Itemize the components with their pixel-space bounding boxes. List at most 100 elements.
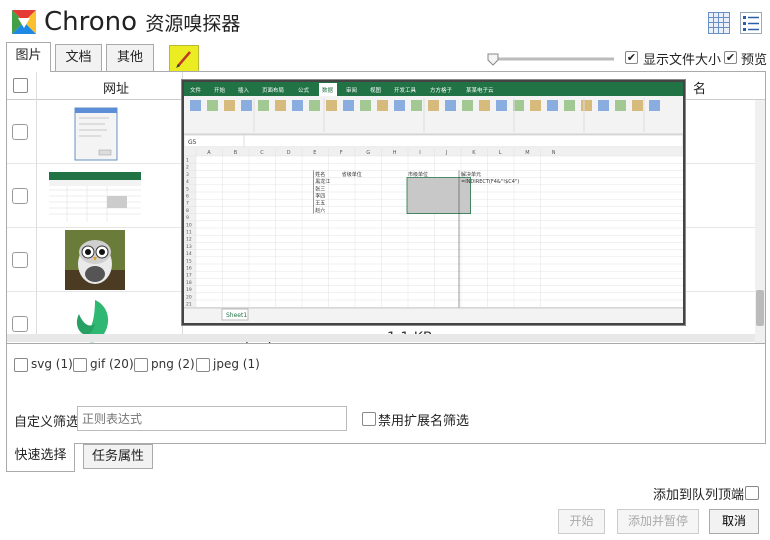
- filter-checkbox[interactable]: [134, 357, 148, 372]
- row-header: 18: [186, 280, 192, 286]
- row-checkbox[interactable]: [12, 252, 28, 268]
- tab-quick-select[interactable]: 快速选择: [6, 443, 75, 472]
- ribbon-tab-label: 开始: [214, 86, 226, 94]
- column-header: N: [552, 150, 556, 156]
- row-header: 13: [186, 244, 192, 250]
- column-header: D: [287, 150, 291, 156]
- ribbon-icon: [326, 100, 337, 111]
- show-file-size-checkbox[interactable]: [625, 51, 638, 64]
- row-header: 11: [186, 230, 192, 236]
- header-name: 名: [693, 82, 707, 97]
- filter-png[interactable]: png (2): [134, 357, 195, 372]
- row-header: 10: [186, 222, 192, 228]
- sheet-cell: 姓名: [315, 171, 325, 178]
- disable-ext-checkbox[interactable]: [362, 412, 376, 426]
- add-to-top-checkbox[interactable]: [745, 486, 759, 500]
- column-header: M: [525, 150, 529, 156]
- cancel-button[interactable]: 取消: [709, 509, 759, 534]
- column-header: J: [445, 150, 447, 156]
- header-url: 网址: [103, 82, 130, 97]
- preview-checkbox[interactable]: [724, 51, 737, 64]
- spreadsheet-preview-image: 文件 开始 插入 页面布局 公式 数据 审阅 视图 开发工具 方方格子 某某电子云 G5 ABCDE…: [184, 82, 683, 323]
- image-preview: 文件 开始 插入 页面布局 公式 数据 审阅 视图 开发工具 方方格子 某某电子云 G5 ABCDE…: [182, 80, 685, 325]
- sheet-cell: 市级单位: [408, 171, 428, 178]
- column-header: C: [260, 150, 264, 156]
- ribbon-icon: [292, 100, 303, 111]
- ribbon-icon: [207, 100, 218, 111]
- filter-checkbox[interactable]: [196, 357, 210, 372]
- filter-svg[interactable]: svg (1): [14, 357, 73, 372]
- row-header: 12: [186, 237, 192, 243]
- select-all-checkbox[interactable]: [13, 78, 28, 93]
- ribbon-tab-label: 公式: [298, 86, 310, 94]
- ribbon-icon: [360, 100, 371, 111]
- zoom-slider[interactable]: [486, 52, 616, 66]
- filter-label: png (2): [151, 357, 195, 371]
- app-name: Chrono: [44, 7, 138, 37]
- ribbon-icon: [564, 100, 575, 111]
- list-view-icon[interactable]: [740, 12, 762, 34]
- app-subtitle: 资源嗅探器: [145, 13, 241, 35]
- pencil-button[interactable]: [169, 45, 199, 72]
- column-header: A: [207, 150, 211, 156]
- tab-other[interactable]: 其他: [106, 44, 154, 72]
- sheet-cell: 省级单位: [342, 171, 362, 178]
- row-header: 1: [186, 158, 189, 164]
- row-checkbox[interactable]: [12, 188, 28, 204]
- horizontal-scrollbar[interactable]: [7, 334, 755, 342]
- ribbon-icon: [615, 100, 626, 111]
- row-header: 7: [186, 201, 189, 207]
- column-header: E: [313, 150, 316, 156]
- formula-cell: =INDIRECT(F4&"!$C4"): [461, 179, 519, 185]
- tab-label: 文档: [65, 50, 92, 65]
- add-and-pause-button[interactable]: 添加并暂停: [617, 509, 699, 534]
- row-checkbox[interactable]: [12, 316, 28, 332]
- ribbon-tab-label: 页面布局: [262, 86, 284, 94]
- app-title: Chrono 资源嗅探器: [44, 6, 240, 40]
- row-header: 8: [186, 208, 189, 214]
- ribbon-icon: [496, 100, 507, 111]
- ribbon-icon: [275, 100, 286, 111]
- tab-images[interactable]: 图片: [6, 42, 51, 72]
- ribbon-tab-label: 视图: [370, 86, 382, 94]
- ribbon-icon: [394, 100, 405, 111]
- ribbon-icon: [377, 100, 388, 111]
- column-header: I: [419, 150, 420, 156]
- grid-view-icon[interactable]: [708, 12, 730, 34]
- ribbon-icon: [547, 100, 558, 111]
- row-header: 9: [186, 215, 189, 221]
- column-header: B: [234, 150, 238, 156]
- ribbon-icon: [479, 100, 490, 111]
- row-header: 16: [186, 266, 192, 272]
- tab-label: 任务属性: [91, 449, 144, 464]
- sheet-cell: 张三: [315, 185, 325, 192]
- filter-checkbox[interactable]: [14, 357, 28, 372]
- tab-documents[interactable]: 文档: [55, 44, 102, 72]
- filter-gif[interactable]: gif (20): [73, 357, 134, 372]
- row-header: 17: [186, 273, 192, 279]
- row-header: 20: [186, 294, 192, 300]
- tab-label: 图片: [15, 48, 42, 63]
- ribbon-icon: [258, 100, 269, 111]
- disable-ext-label: 禁用扩展名筛选: [378, 414, 470, 429]
- ribbon-icon: [530, 100, 541, 111]
- sheet-cell: 解决单元: [461, 171, 481, 178]
- vertical-scrollbar-thumb[interactable]: [756, 290, 764, 326]
- filter-label: jpeg (1): [213, 357, 260, 371]
- filter-jpeg[interactable]: jpeg (1): [196, 357, 260, 372]
- column-header: F: [340, 150, 343, 156]
- row-checkbox[interactable]: [12, 124, 28, 140]
- ribbon-icon: [224, 100, 235, 111]
- preview-label: 预览: [741, 53, 768, 68]
- row-header: 4: [186, 179, 189, 185]
- tab-task-properties[interactable]: 任务属性: [83, 444, 153, 469]
- row-header: 2: [186, 165, 189, 171]
- filter-label: svg (1): [31, 357, 73, 371]
- tab-label: 其他: [116, 50, 143, 65]
- row-header: 5: [186, 186, 189, 192]
- start-button[interactable]: 开始: [558, 509, 605, 534]
- filter-checkbox[interactable]: [73, 357, 87, 372]
- pencil-icon: [176, 51, 191, 68]
- regex-input[interactable]: [77, 406, 347, 431]
- show-file-size-label: 显示文件大小: [643, 53, 722, 68]
